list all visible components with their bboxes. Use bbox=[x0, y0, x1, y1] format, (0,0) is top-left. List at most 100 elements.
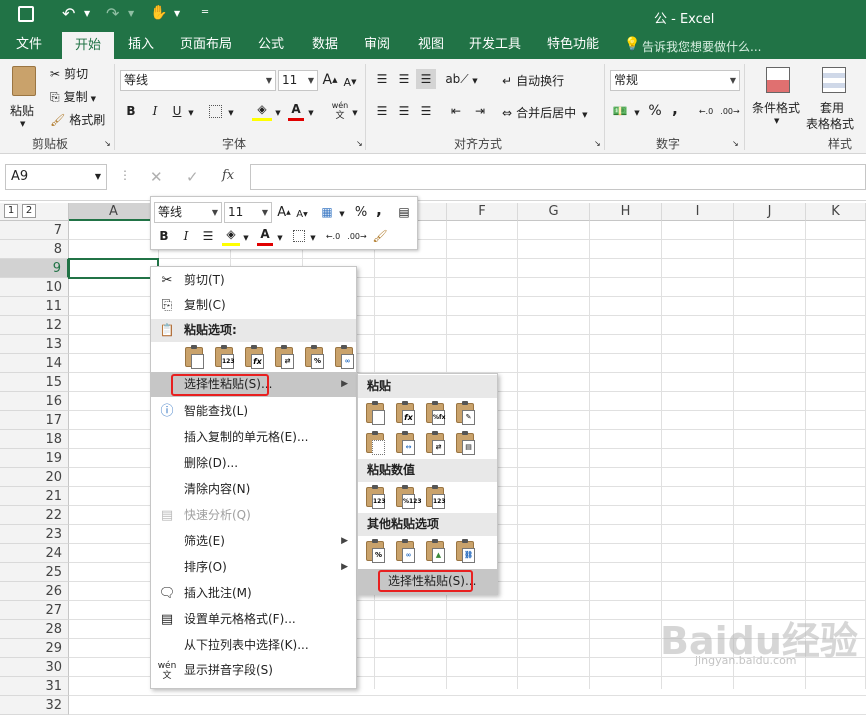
tab-developer[interactable]: 开发工具 bbox=[462, 31, 528, 59]
menu-item-clear[interactable]: 清除内容(N) bbox=[151, 477, 356, 502]
font-name-select[interactable]: 等线 ▼ bbox=[120, 70, 276, 91]
decrease-decimal-icon[interactable]: .00→ bbox=[720, 101, 740, 121]
row-header[interactable]: 9 bbox=[0, 259, 69, 278]
paste-icon[interactable] bbox=[364, 401, 386, 425]
increase-font-icon[interactable]: A ▲ bbox=[322, 71, 338, 89]
row-header[interactable]: 22 bbox=[0, 506, 69, 525]
decrease-font-icon[interactable]: A ▼ bbox=[294, 204, 310, 224]
decrease-indent-icon[interactable]: ⇤ bbox=[446, 101, 466, 121]
paste-values-icon[interactable]: 123 bbox=[213, 345, 235, 369]
font-launcher-icon[interactable]: ↘ bbox=[356, 139, 363, 148]
number-launcher-icon[interactable]: ↘ bbox=[732, 139, 739, 148]
column-header[interactable]: I bbox=[662, 203, 734, 221]
merge-center-button[interactable]: ⇔ 合并后居中 ▼ bbox=[502, 104, 587, 121]
row-header[interactable]: 28 bbox=[0, 620, 69, 639]
menu-item-sort[interactable]: 排序(O) ▶ bbox=[151, 555, 356, 580]
format-painter-icon[interactable]: 🖌 bbox=[371, 226, 389, 246]
fill-dropdown-icon[interactable]: ▼ bbox=[273, 103, 283, 123]
tell-me-box[interactable]: 告诉我您想要做什么... bbox=[642, 38, 761, 55]
name-box[interactable]: A9 ▼ bbox=[5, 164, 107, 190]
row-header[interactable]: 26 bbox=[0, 582, 69, 601]
paste-formulas-icon[interactable]: fx bbox=[394, 401, 416, 425]
insert-function-icon[interactable]: fx bbox=[222, 168, 234, 183]
border-icon[interactable] bbox=[206, 101, 224, 121]
cell-style-icon[interactable]: ▦ bbox=[317, 202, 337, 222]
paste-button[interactable]: 粘贴 ▼ bbox=[8, 64, 42, 130]
tab-home[interactable]: 开始 bbox=[62, 31, 114, 59]
column-header[interactable]: H bbox=[590, 203, 662, 221]
row-header[interactable]: 25 bbox=[0, 563, 69, 582]
increase-indent-icon[interactable]: ⇥ bbox=[470, 101, 490, 121]
row-header[interactable]: 21 bbox=[0, 487, 69, 506]
row-header[interactable]: 23 bbox=[0, 525, 69, 544]
underline-icon[interactable]: U bbox=[168, 101, 186, 121]
row-header[interactable]: 16 bbox=[0, 392, 69, 411]
align-right-icon[interactable]: ☰ bbox=[416, 101, 436, 121]
number-format-select[interactable]: 常规 ▼ bbox=[610, 70, 740, 91]
cut-button[interactable]: ✂ 剪切 bbox=[50, 65, 88, 82]
tab-page-layout[interactable]: 页面布局 bbox=[174, 31, 238, 59]
enter-icon[interactable]: ✓ bbox=[186, 168, 199, 186]
tab-file[interactable]: 文件 bbox=[6, 31, 52, 59]
column-header[interactable]: K bbox=[806, 203, 866, 221]
align-center-icon[interactable]: ☰ bbox=[394, 101, 414, 121]
row-header[interactable]: 10 bbox=[0, 278, 69, 297]
paste-default-icon[interactable] bbox=[183, 345, 205, 369]
tab-special[interactable]: 特色功能 bbox=[540, 31, 606, 59]
paste-values-source-format-icon[interactable]: 123 bbox=[424, 485, 446, 509]
cell-style-dropdown-icon[interactable]: ▼ bbox=[337, 204, 347, 224]
column-header[interactable]: J bbox=[734, 203, 806, 221]
menu-item-phonetic[interactable]: wén 文显示拼音字段(S) bbox=[151, 658, 356, 683]
touch-dropdown-icon[interactable]: ▼ bbox=[174, 9, 180, 18]
cancel-icon[interactable]: ✕ bbox=[150, 168, 163, 186]
paste-values-icon[interactable]: 123 bbox=[364, 485, 386, 509]
row-header[interactable]: 13 bbox=[0, 335, 69, 354]
save-icon[interactable] bbox=[18, 6, 34, 22]
undo-icon[interactable]: ↶ bbox=[62, 4, 75, 23]
menu-item-insert-comment[interactable]: 🗨 插入批注(M) bbox=[151, 581, 356, 606]
copy-button[interactable]: ⎘ 复制 ▼ bbox=[50, 88, 96, 105]
italic-icon[interactable]: I bbox=[178, 226, 194, 246]
active-cell[interactable] bbox=[68, 258, 159, 279]
paste-link-icon[interactable]: ∞ bbox=[394, 539, 416, 563]
menu-item-pick-list[interactable]: 从下拉列表中选择(K)... bbox=[151, 633, 356, 658]
border-icon[interactable] bbox=[291, 226, 307, 246]
paste-transpose-icon[interactable]: ⇄ bbox=[424, 431, 446, 455]
format-table-icon[interactable]: ▤ bbox=[395, 202, 413, 222]
menu-item-smart-lookup[interactable]: ⓘ 智能查找(L) bbox=[151, 399, 356, 424]
menu-item-format-cells[interactable]: ▤ 设置单元格格式(F)... bbox=[151, 607, 356, 632]
mini-size-select[interactable]: 11 ▼ bbox=[224, 202, 272, 223]
row-header[interactable]: 19 bbox=[0, 449, 69, 468]
bold-icon[interactable]: B bbox=[156, 226, 172, 246]
paste-linked-picture-icon[interactable]: ⛓ bbox=[454, 539, 476, 563]
column-header[interactable]: F bbox=[447, 203, 518, 221]
row-header[interactable]: 17 bbox=[0, 411, 69, 430]
row-header[interactable]: 8 bbox=[0, 240, 69, 259]
font-color-icon[interactable]: A bbox=[257, 224, 273, 246]
format-painter-button[interactable]: 🖌 格式刷 bbox=[50, 111, 105, 128]
border-dropdown-icon[interactable]: ▼ bbox=[226, 103, 236, 123]
bold-icon[interactable]: B bbox=[122, 101, 140, 121]
menu-item-delete[interactable]: 删除(D)... bbox=[151, 451, 356, 476]
paste-column-widths-icon[interactable]: ↔ bbox=[394, 431, 416, 455]
conditional-format-button[interactable]: 条件格式 ▼ bbox=[752, 65, 804, 131]
outline-level-1[interactable]: 1 bbox=[4, 204, 18, 218]
redo-dropdown-icon[interactable]: ▼ bbox=[128, 9, 134, 18]
paste-formatting-icon[interactable]: % bbox=[364, 539, 386, 563]
orientation-dropdown-icon[interactable]: ▼ bbox=[470, 71, 480, 91]
row-header[interactable]: 11 bbox=[0, 297, 69, 316]
paste-merge-format-icon[interactable]: ▤ bbox=[454, 431, 476, 455]
currency-dropdown-icon[interactable]: ▼ bbox=[632, 103, 642, 123]
paste-formatting-icon[interactable]: % bbox=[303, 345, 325, 369]
decrease-decimal-icon[interactable]: .00→ bbox=[347, 226, 367, 246]
font-color-dropdown-icon[interactable]: ▼ bbox=[306, 103, 316, 123]
increase-font-icon[interactable]: A ▲ bbox=[276, 202, 292, 222]
row-header[interactable]: 12 bbox=[0, 316, 69, 335]
table-format-button[interactable]: 套用 表格格式 bbox=[806, 65, 862, 135]
tab-data[interactable]: 数据 bbox=[304, 31, 346, 59]
row-header[interactable]: 30 bbox=[0, 658, 69, 677]
touch-mode-icon[interactable]: ✋ bbox=[150, 5, 167, 21]
tab-view[interactable]: 视图 bbox=[410, 31, 452, 59]
row-header[interactable]: 15 bbox=[0, 373, 69, 392]
row-header[interactable]: 27 bbox=[0, 601, 69, 620]
